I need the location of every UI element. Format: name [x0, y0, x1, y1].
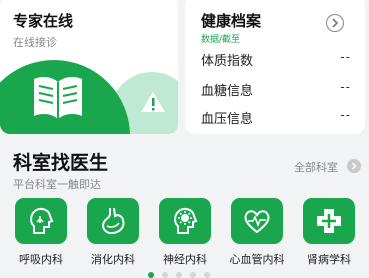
department-nephrology[interactable]: 肾病学科: [301, 198, 357, 267]
expert-title: 专家在线: [13, 12, 74, 30]
department-label: 呼吸内科: [19, 253, 63, 266]
pager-dots: [148, 272, 228, 278]
department-label: 神经内科: [163, 253, 207, 266]
open-book-icon: [34, 77, 82, 119]
department-icon-box: [87, 198, 139, 244]
section-title: 科室找医生: [13, 152, 109, 174]
all-departments-arrow[interactable]: [347, 159, 361, 173]
pager-dot[interactable]: [162, 272, 168, 278]
health-row-value: --: [340, 108, 351, 122]
brain-icon: [174, 207, 198, 234]
department-icon-box: [303, 198, 355, 244]
health-tag: 数据/截至: [201, 35, 241, 45]
department-respiratory[interactable]: 呼吸内科: [13, 198, 69, 267]
stomach-icon: [102, 207, 125, 235]
health-row-label: 血糖信息: [201, 84, 254, 99]
health-row-label: 体质指数: [201, 54, 254, 69]
department-cardiovascular[interactable]: 心血管内科: [229, 198, 285, 267]
chevron-right-icon: [332, 18, 339, 28]
pager-dot[interactable]: [148, 272, 154, 278]
department-icon-box: [231, 198, 283, 244]
department-digestive[interactable]: 消化内科: [85, 198, 141, 267]
pager-dot[interactable]: [190, 272, 196, 278]
chevron-right-icon: [351, 162, 357, 170]
health-row-value: --: [340, 80, 351, 94]
expert-subtitle: 在线接诊: [13, 36, 57, 49]
respiratory-icon: [30, 207, 54, 234]
medical-cross-icon: [317, 209, 341, 233]
department-icon-box: [159, 198, 211, 244]
health-row-label: 血压信息: [201, 112, 254, 127]
section-subtitle: 平台科室一触即达: [13, 178, 101, 191]
pager-dot[interactable]: [176, 272, 182, 278]
department-icon-box: [15, 198, 67, 244]
all-departments-link[interactable]: 全部科室: [294, 159, 338, 175]
expert-online-card[interactable]: 专家在线 在线接诊: [0, 0, 178, 134]
pager-dot[interactable]: [204, 272, 210, 278]
heart-icon: [244, 210, 270, 234]
department-label: 肾病学科: [307, 253, 351, 266]
department-neurology[interactable]: 神经内科: [157, 198, 213, 267]
health-row-value: --: [340, 50, 351, 64]
warning-icon: [141, 92, 165, 112]
health-arrow-button[interactable]: [326, 14, 344, 32]
health-title: 健康档案: [201, 12, 262, 30]
department-label: 消化内科: [91, 253, 135, 266]
department-label: 心血管内科: [229, 253, 285, 266]
health-record-card[interactable]: 健康档案 数据/截至 体质指数 -- 血糖信息 -- 血压信息 --: [185, 0, 365, 134]
